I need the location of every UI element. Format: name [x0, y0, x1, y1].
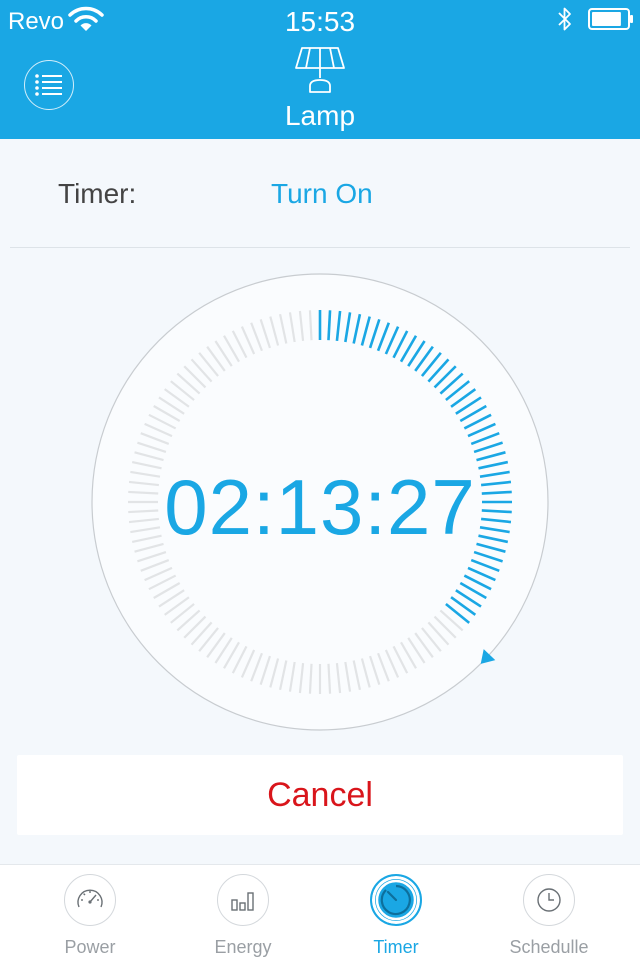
timer-mode-value[interactable]: Turn On [271, 178, 373, 210]
clock-icon [537, 888, 561, 912]
timer-mode-row[interactable]: Timer: Turn On [0, 140, 640, 248]
dial-tick-inactive [327, 663, 332, 694]
cancel-button[interactable]: Cancel [17, 755, 623, 835]
device-title: Lamp [284, 100, 356, 131]
status-bar: Revo 15:53 [0, 0, 640, 40]
bluetooth-icon [558, 7, 571, 31]
divider [10, 247, 630, 248]
tab-timer-label: Timer [373, 937, 419, 957]
dial-tick-inactive [308, 663, 313, 694]
tab-schedule[interactable]: Schedulle [469, 865, 629, 960]
tab-schedule-label: Schedulle [509, 937, 589, 957]
list-menu-icon [35, 74, 62, 96]
time-remaining: 02:13:27 [164, 463, 476, 551]
speedometer-icon [77, 889, 103, 908]
tab-energy[interactable]: Energy [163, 865, 323, 960]
tab-timer[interactable]: Timer [316, 865, 476, 960]
tab-energy-label: Energy [214, 937, 272, 957]
battery-icon [588, 8, 633, 30]
bar-chart-icon [231, 892, 254, 911]
tab-bar: Power Energy Timer Schedulle [0, 864, 640, 960]
tab-power[interactable]: Power [10, 865, 170, 960]
timer-icon [375, 879, 417, 921]
tab-timer-icon-circle [370, 874, 422, 926]
lamp-icon [295, 47, 345, 93]
dial-tick-inactive [308, 310, 313, 341]
app-header: Revo 15:53 Lamp [0, 0, 640, 139]
tab-power-label: Power [64, 937, 116, 957]
dial-tick-active [327, 310, 332, 341]
tab-schedule-icon-circle [523, 874, 575, 926]
status-time: 15:53 [284, 6, 356, 37]
tab-energy-icon-circle [217, 874, 269, 926]
tab-power-icon-circle [64, 874, 116, 926]
timer-label: Timer: [58, 178, 137, 209]
